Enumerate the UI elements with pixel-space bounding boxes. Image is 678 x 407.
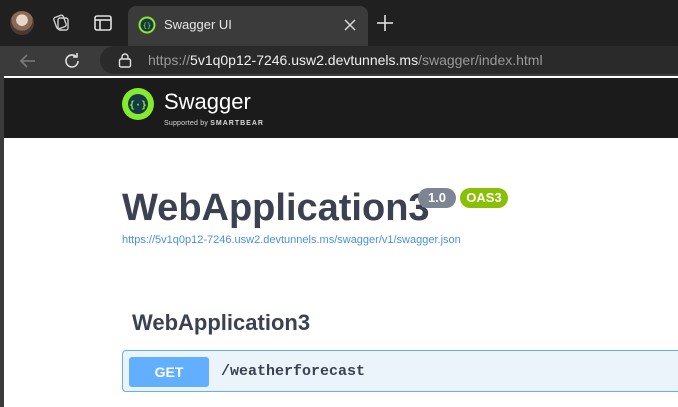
address-bar[interactable]: https://5v1q0p12-7246.usw2.devtunnels.ms… — [100, 46, 678, 74]
close-tab-icon[interactable] — [342, 17, 358, 33]
navigation-bar: https://5v1q0p12-7246.usw2.devtunnels.ms… — [0, 46, 678, 76]
tab-swagger-ui[interactable]: {} Swagger UI — [128, 6, 368, 46]
workspaces-icon[interactable] — [50, 12, 72, 34]
swagger-topbar: {·} Swagger Supported by SMARTBEAR — [4, 78, 678, 138]
refresh-icon[interactable] — [60, 49, 84, 73]
url-path: /swagger/index.html — [418, 52, 543, 68]
swagger-brand: Swagger — [164, 89, 251, 114]
spec-json-link[interactable]: https://5v1q0p12-7246.usw2.devtunnels.ms… — [122, 234, 461, 246]
url-text: https://5v1q0p12-7246.usw2.devtunnels.ms… — [148, 52, 543, 68]
tab-actions-icon[interactable] — [92, 12, 114, 34]
swagger-logo-icon[interactable]: {·} — [122, 88, 154, 120]
profile-avatar[interactable] — [10, 11, 34, 35]
page-viewport: {·} Swagger Supported by SMARTBEAR WebAp… — [0, 76, 678, 407]
tab-title: Swagger UI — [164, 17, 232, 32]
tab-strip: {} Swagger UI — [0, 0, 678, 46]
lock-icon[interactable] — [118, 52, 132, 68]
supported-by-label: Supported by — [164, 120, 209, 127]
operations-section-title[interactable]: WebApplication3 — [132, 310, 310, 336]
swagger-braces-icon: {·} — [128, 94, 148, 114]
smartbear-label: SMARTBEAR — [210, 120, 264, 127]
swagger-favicon-icon: {} — [138, 16, 156, 34]
get-weatherforecast-operation[interactable]: GET /weatherforecast — [122, 350, 678, 392]
back-arrow-icon[interactable] — [16, 49, 40, 73]
get-method-badge: GET — [129, 357, 209, 387]
api-title: WebApplication3 — [122, 187, 430, 229]
oas-badge: OAS3 — [460, 188, 508, 208]
svg-text:{·}: {·} — [129, 100, 147, 111]
url-scheme: https:// — [148, 52, 191, 68]
svg-text:{}: {} — [143, 22, 151, 30]
supported-by-text: Supported by SMARTBEAR — [164, 120, 264, 127]
operation-path: /weatherforecast — [221, 363, 366, 380]
url-host: 5v1q0p12-7246.usw2.devtunnels.ms — [190, 52, 419, 68]
new-tab-icon[interactable] — [374, 12, 396, 34]
version-badge: 1.0 — [418, 188, 456, 208]
